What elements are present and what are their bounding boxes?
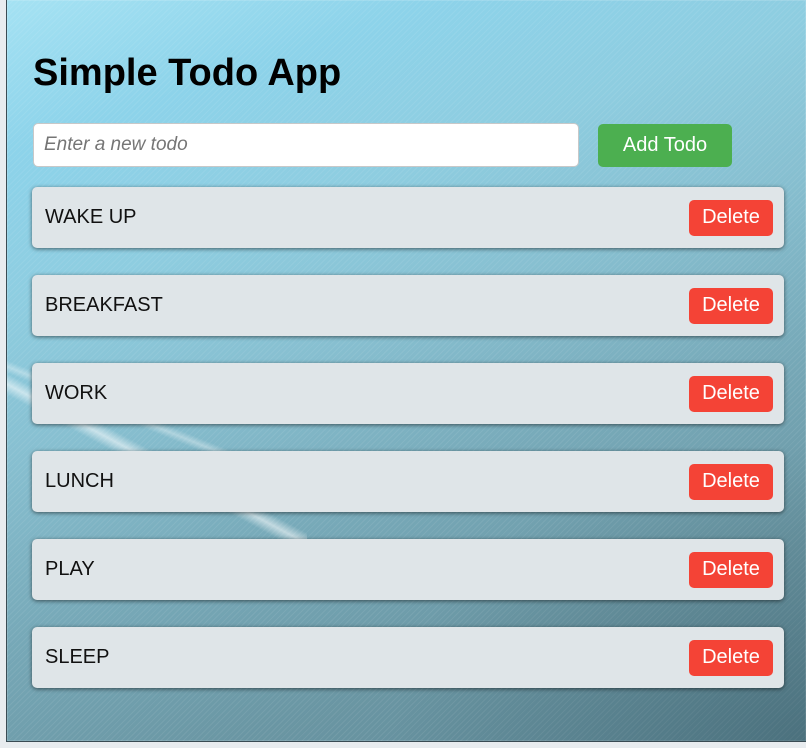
todo-item: SLEEP Delete: [32, 627, 784, 688]
delete-button[interactable]: Delete: [689, 199, 773, 236]
todo-item: LUNCH Delete: [32, 451, 784, 512]
todo-text: WAKE UP: [45, 206, 137, 228]
delete-button[interactable]: Delete: [689, 639, 773, 676]
todo-list: WAKE UP Delete BREAKFAST Delete WORK Del…: [32, 187, 784, 715]
todo-text: SLEEP: [45, 646, 110, 668]
delete-button[interactable]: Delete: [689, 463, 773, 500]
todo-item: WAKE UP Delete: [32, 187, 784, 248]
todo-text: BREAKFAST: [45, 294, 163, 316]
todo-item: BREAKFAST Delete: [32, 275, 784, 336]
new-todo-input[interactable]: [33, 123, 579, 167]
todo-text: WORK: [45, 382, 108, 404]
todo-text: LUNCH: [45, 470, 114, 492]
todo-item: PLAY Delete: [32, 539, 784, 600]
todo-item: WORK Delete: [32, 363, 784, 424]
delete-button[interactable]: Delete: [689, 375, 773, 412]
todo-text: PLAY: [45, 558, 95, 580]
delete-button[interactable]: Delete: [689, 551, 773, 588]
page-title: Simple Todo App: [33, 52, 342, 94]
add-todo-button[interactable]: Add Todo: [598, 124, 732, 167]
app-container: Simple Todo App Add Todo WAKE UP Delete …: [6, 0, 806, 742]
delete-button[interactable]: Delete: [689, 287, 773, 324]
